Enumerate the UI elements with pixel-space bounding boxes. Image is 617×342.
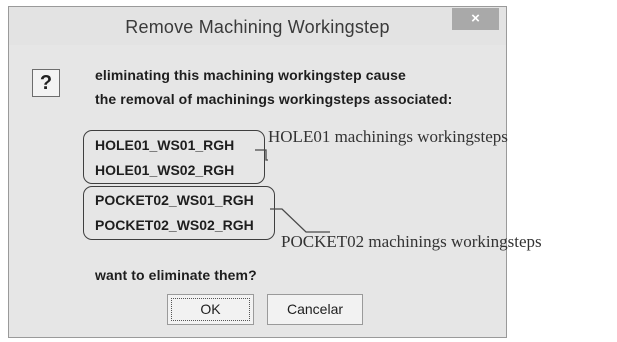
pocket-annotation-label: POCKET02 machinings workingsteps <box>281 232 542 251</box>
hole-leader-line <box>255 149 268 161</box>
pocket-leader-line <box>270 208 330 233</box>
annotation-leaders <box>255 149 330 233</box>
hole-annotation-label: HOLE01 machinings workingsteps <box>268 127 508 146</box>
